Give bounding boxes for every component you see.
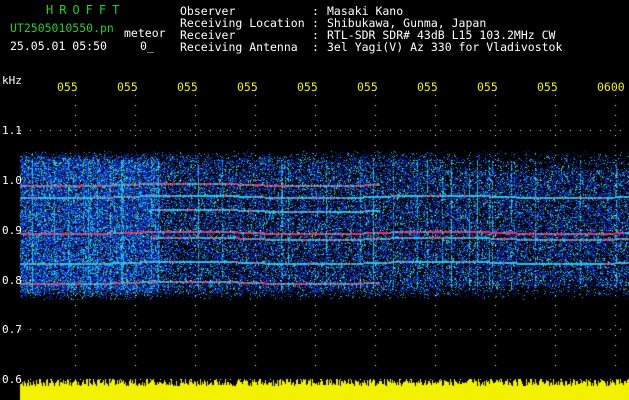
time-tick-label: 055 [537, 80, 558, 94]
filename-label: UT2505010550.pn [10, 21, 114, 35]
time-tick-label: 055 [177, 80, 198, 94]
brand-title: HROFFT [46, 3, 126, 17]
time-tick-label: 055 [297, 80, 318, 94]
y-tick-label: 1.1 [2, 124, 22, 137]
y-tick-label: 1.0 [2, 174, 22, 187]
mode-label: meteor [124, 26, 166, 40]
time-tick-label: 055 [477, 80, 498, 94]
time-tick-label: 0600 [597, 80, 625, 94]
field-sep: : [312, 40, 319, 54]
y-tick-label: 0.7 [2, 323, 22, 336]
y-axis-unit: kHz [2, 74, 22, 87]
time-tick-label: 055 [117, 80, 138, 94]
time-tick-label: 055 [417, 80, 438, 94]
field-value-antenna: 3el Yagi(V) Az 330 for Vladivostok [327, 40, 563, 54]
time-tick-label: 055 [357, 80, 378, 94]
datetime-label: 25.05.01 05:50 [10, 39, 107, 53]
counter-label: 0_ [140, 39, 154, 53]
field-label-antenna: Receiving Antenna [180, 40, 298, 54]
spectrogram-canvas [0, 0, 629, 400]
y-tick-label: 0.9 [2, 224, 22, 237]
y-tick-label: 0.6 [2, 373, 22, 386]
time-tick-label: 055 [57, 80, 78, 94]
time-tick-label: 055 [237, 80, 258, 94]
y-tick-label: 0.8 [2, 274, 22, 287]
